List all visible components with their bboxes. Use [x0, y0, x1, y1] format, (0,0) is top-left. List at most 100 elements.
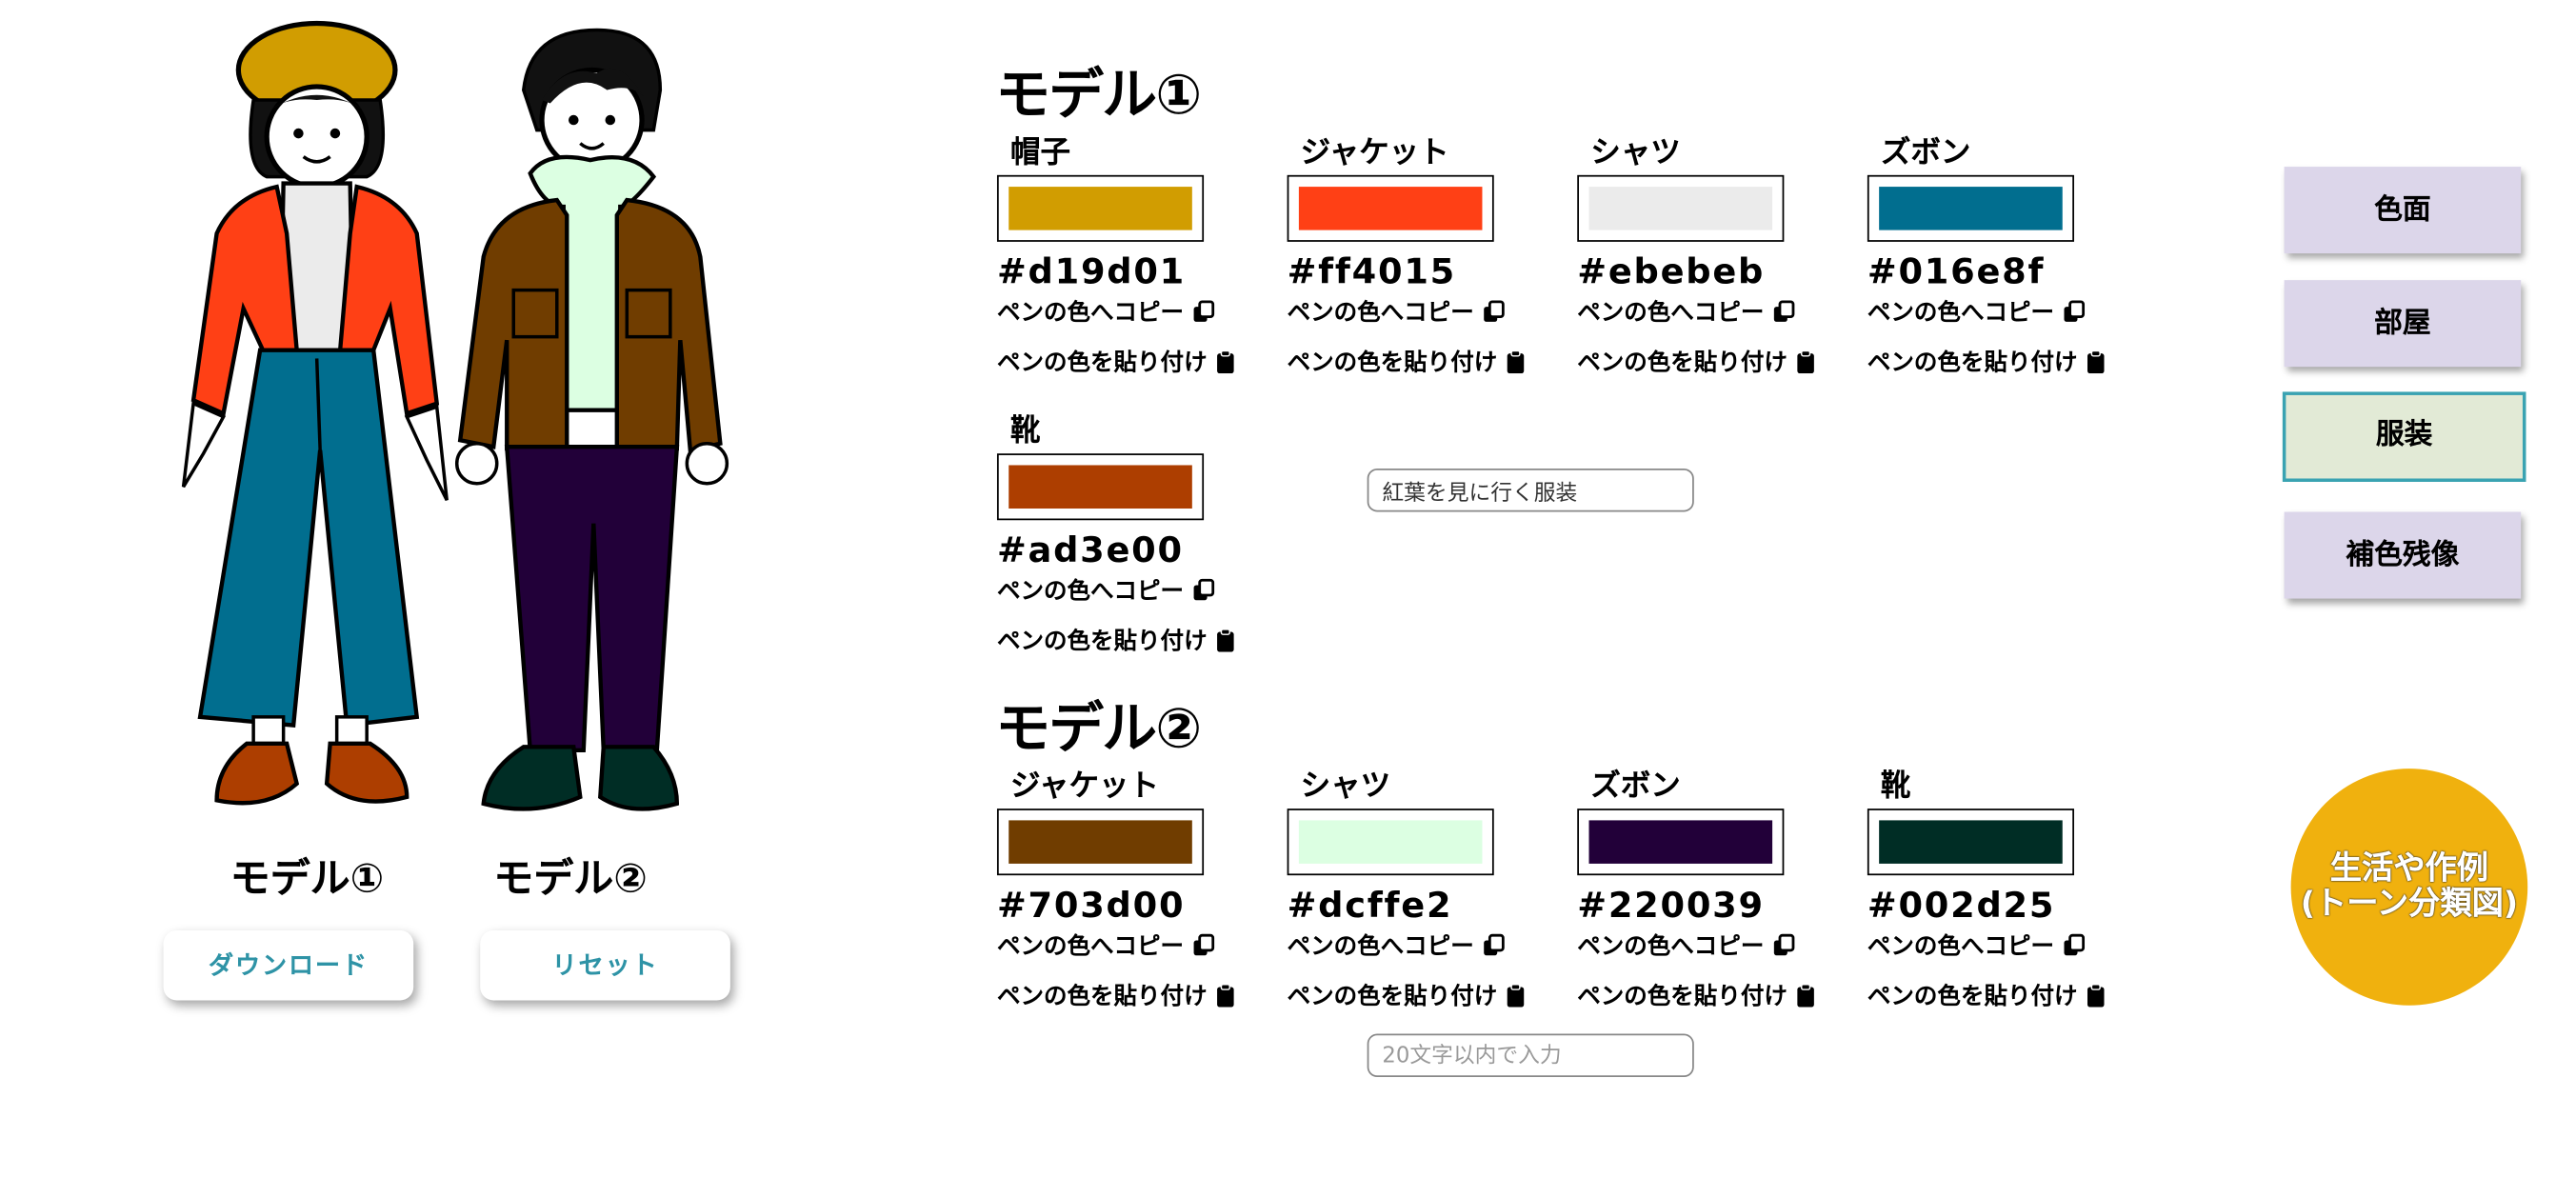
color-swatch[interactable] — [1867, 809, 2074, 876]
model2-swatch-3: 靴 #002d25 ペンの色へコピー ペンの色を貼り付け — [1867, 762, 2154, 1012]
hex-code: #ff4015 — [1287, 251, 1457, 292]
paste-from-pen-button[interactable]: ペンの色を貼り付け — [1867, 345, 2109, 378]
model1-shoe — [214, 741, 300, 806]
copy-icon — [2063, 933, 2087, 957]
clipboard-icon — [2086, 984, 2109, 1008]
copy-icon — [1772, 933, 1796, 957]
paste-label: ペンの色を貼り付け — [1577, 349, 1787, 377]
color-swatch[interactable] — [1577, 174, 1785, 242]
paste-from-pen-button[interactable]: ペンの色を貼り付け — [1867, 979, 2109, 1012]
model2-figure — [454, 28, 729, 811]
clipboard-icon — [1215, 984, 1239, 1008]
model1-section-title: モデル① — [995, 61, 1202, 128]
color-swatch[interactable] — [1867, 174, 2074, 242]
model2-title-input[interactable] — [1367, 1033, 1694, 1078]
swatch-label: シャツ — [1590, 134, 1681, 170]
copy-icon — [1192, 933, 1216, 957]
model2-pants — [504, 445, 680, 753]
menu-button-room[interactable]: 部屋 — [2284, 280, 2522, 368]
copy-to-pen-button[interactable]: ペンの色へコピー — [997, 928, 1215, 962]
swatch-label: ズボン — [1590, 769, 1681, 804]
color-swatch[interactable] — [996, 174, 1205, 242]
paste-from-pen-button[interactable]: ペンの色を貼り付け — [997, 979, 1239, 1012]
color-swatch-fill — [1298, 187, 1483, 230]
paste-label: ペンの色を貼り付け — [1287, 983, 1498, 1010]
color-swatch-fill — [1588, 820, 1773, 864]
download-button[interactable]: ダウンロード — [163, 929, 414, 1001]
copy-to-pen-button[interactable]: ペンの色へコピー — [997, 295, 1215, 329]
paste-label: ペンの色を貼り付け — [1287, 349, 1498, 377]
model2-swatch-1: シャツ #dcffe2 ペンの色へコピー ペンの色を貼り付け — [1287, 762, 1574, 1012]
swatch-label: ジャケット — [1300, 134, 1449, 170]
model1-swatch-3: ズボン #016e8f ペンの色へコピー ペンの色を貼り付け — [1867, 129, 2154, 379]
color-swatch-fill — [1298, 820, 1483, 864]
swatch-label: ジャケット — [1009, 769, 1159, 804]
clipboard-icon — [1215, 349, 1239, 374]
copy-icon — [2063, 300, 2087, 324]
paste-from-pen-button[interactable]: ペンの色を貼り付け — [1288, 979, 1529, 1012]
paste-from-pen-button[interactable]: ペンの色を貼り付け — [997, 624, 1239, 657]
copy-label: ペンの色へコピー — [1287, 933, 1474, 961]
color-swatch[interactable] — [996, 809, 1205, 876]
color-swatch[interactable] — [1287, 809, 1494, 876]
copy-to-pen-button[interactable]: ペンの色へコピー — [1577, 295, 1795, 329]
color-swatch-fill — [1879, 820, 2063, 864]
swatch-label: シャツ — [1300, 769, 1391, 804]
menu-button-clothing[interactable]: 服装 — [2282, 391, 2526, 482]
model1-pants — [197, 348, 420, 729]
clipboard-icon — [1796, 349, 1820, 374]
color-swatch-fill — [1879, 187, 2063, 230]
menu-button-color-surface[interactable]: 色面 — [2284, 167, 2522, 254]
color-swatch-fill — [1588, 187, 1773, 230]
paste-from-pen-button[interactable]: ペンの色を貼り付け — [1288, 345, 1529, 378]
swatch-label: ズボン — [1880, 134, 1971, 170]
paste-from-pen-button[interactable]: ペンの色を貼り付け — [1577, 979, 1819, 1012]
model1-caption: モデル① — [230, 855, 385, 903]
copy-icon — [1482, 300, 1506, 324]
paste-from-pen-button[interactable]: ペンの色を貼り付け — [997, 345, 1239, 378]
clipboard-icon — [1506, 349, 1529, 374]
paste-from-pen-button[interactable]: ペンの色を貼り付け — [1577, 345, 1819, 378]
color-swatch-fill — [1008, 187, 1192, 230]
color-swatch[interactable] — [996, 453, 1205, 521]
paste-label: ペンの色を貼り付け — [996, 983, 1208, 1010]
copy-label: ペンの色へコピー — [996, 933, 1185, 961]
hex-code: #ebebeb — [1577, 251, 1766, 292]
copy-to-pen-button[interactable]: ペンの色へコピー — [1288, 928, 1506, 962]
model2-swatch-0: ジャケット #703d00 ペンの色へコピー ペンの色を貼り付け — [996, 762, 1284, 1012]
copy-icon — [1482, 933, 1506, 957]
copy-label: ペンの色へコピー — [1577, 933, 1765, 961]
hex-code: #dcffe2 — [1287, 885, 1453, 926]
color-swatch[interactable] — [1577, 809, 1785, 876]
model1-shoe — [324, 741, 409, 804]
copy-to-pen-button[interactable]: ペンの色へコピー — [1867, 928, 2086, 962]
copy-icon — [1192, 300, 1216, 324]
model1-swatch-2: シャツ #ebebeb ペンの色へコピーペンの色を貼り付け — [1577, 129, 1864, 379]
hex-code: #220039 — [1577, 885, 1765, 926]
hex-code: #703d00 — [996, 885, 1186, 926]
paste-label: ペンの色を貼り付け — [1867, 349, 2078, 377]
copy-to-pen-button[interactable]: ペンの色へコピー — [1288, 295, 1506, 329]
clipboard-icon — [1506, 984, 1529, 1008]
copy-to-pen-button[interactable]: ペンの色へコピー — [1577, 928, 1795, 962]
copy-to-pen-button[interactable]: ペンの色へコピー — [997, 573, 1215, 607]
color-swatch[interactable] — [1287, 174, 1494, 242]
hex-code: #ad3e00 — [996, 529, 1184, 570]
paste-label: ペンの色を貼り付け — [996, 629, 1208, 656]
copy-icon — [1772, 300, 1796, 324]
copy-icon — [1192, 578, 1216, 603]
copy-label: ペンの色へコピー — [996, 578, 1185, 606]
model2-section-title: モデル② — [995, 695, 1202, 761]
clipboard-icon — [1796, 984, 1820, 1008]
copy-label: ペンの色へコピー — [1867, 933, 2054, 961]
model2-shoe — [598, 745, 680, 811]
paste-label: ペンの色を貼り付け — [1867, 983, 2078, 1010]
copy-to-pen-button[interactable]: ペンの色へコピー — [1867, 295, 2086, 329]
tone-classification-button[interactable]: 生活や作例 (トーン分類図) — [2290, 769, 2528, 1006]
tone-classification-line2: (トーン分類図) — [2300, 885, 2519, 923]
model1-title-input[interactable] — [1367, 468, 1694, 512]
model1-swatch-4: 靴 #ad3e00 ペンの色へコピー ペンの色を貼り付け — [996, 407, 1284, 657]
menu-button-complementary-afterimage[interactable]: 補色残像 — [2284, 511, 2522, 599]
reset-button[interactable]: リセット — [480, 929, 730, 1001]
copy-label: ペンの色へコピー — [1867, 300, 2054, 328]
